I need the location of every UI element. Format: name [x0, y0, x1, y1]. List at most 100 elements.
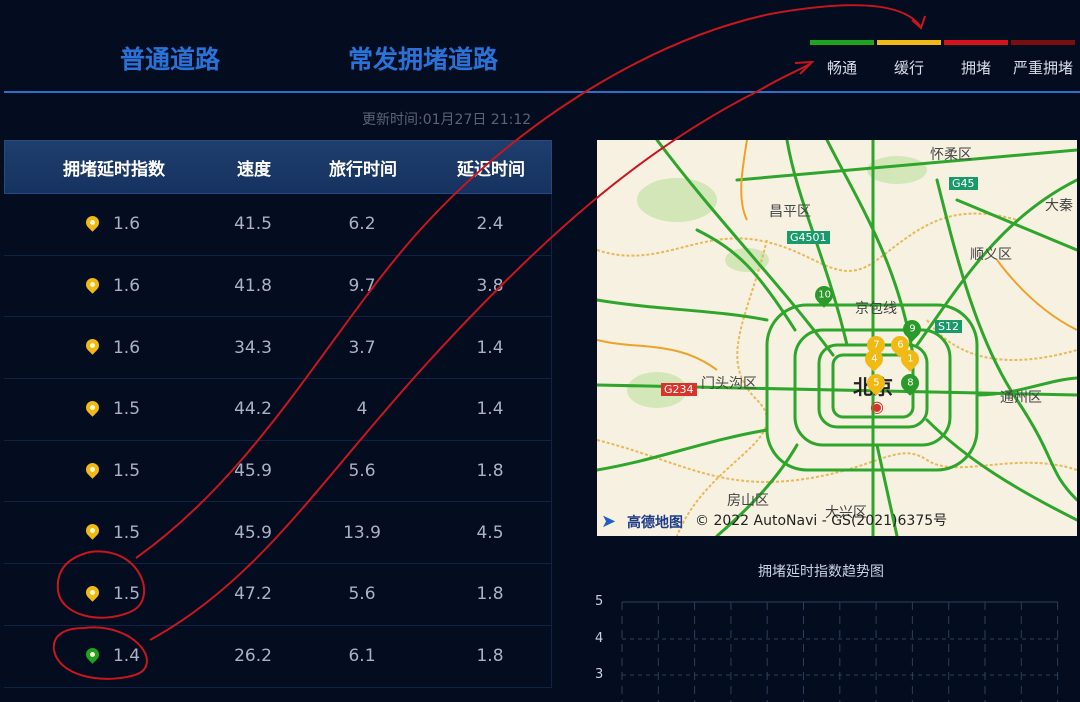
highway-badge-g4501: G4501: [787, 231, 830, 244]
trend-chart: 5 4 3: [586, 590, 1076, 702]
cell-travel-time: 4: [356, 399, 368, 420]
cell-speed: 45.9: [234, 522, 272, 543]
index-value: 1.5: [112, 522, 141, 543]
cell-speed: 34.3: [234, 337, 272, 358]
map-label-daqin: 大秦: [1045, 198, 1073, 214]
update-time: 更新时间:01月27日 21:12: [362, 112, 532, 128]
trend-chart-grid: [621, 601, 1059, 702]
location-pin-icon: [83, 336, 102, 355]
table-row[interactable]: 1.5 45.9 13.9 4.5: [4, 502, 552, 565]
table-row[interactable]: 1.5 45.9 5.6 1.8: [4, 440, 552, 503]
cell-index: 1.4: [4, 644, 222, 667]
legend-bar-smooth: [810, 40, 874, 45]
traffic-legend: 畅通 缓行 拥堵 严重拥堵: [810, 40, 1080, 85]
table-row[interactable]: 1.6 34.3 3.7 1.4: [4, 317, 552, 380]
location-pin-icon: [83, 521, 102, 540]
cell-speed: 47.2: [234, 584, 272, 605]
cell-index: 1.6: [4, 274, 222, 297]
index-value: 1.6: [112, 337, 141, 358]
marker-number: 6: [896, 339, 904, 351]
legend-bar-congested: [944, 40, 1008, 45]
header-delay-time[interactable]: 延迟时间: [441, 155, 541, 180]
legend-label: 缓行: [893, 59, 924, 77]
index-value: 1.4: [112, 646, 141, 667]
traffic-map[interactable]: 怀柔区 昌平区 顺义区 门头沟区 北京 通州区 房山区 大兴区 京包线 大秦 G…: [597, 140, 1077, 536]
table-header: 拥堵延时指数 速度 旅行时间 延迟时间: [4, 140, 552, 194]
map-roads: [597, 140, 1077, 536]
tab-frequent-congestion-roads[interactable]: 常发拥堵道路: [348, 40, 498, 76]
legend-bar-severe: [1011, 40, 1075, 45]
cell-index: 1.5: [4, 583, 222, 605]
city-center-icon: ◉: [870, 397, 884, 416]
cell-index: 1.5: [4, 521, 222, 543]
table-row[interactable]: 1.6 41.8 9.7 3.8: [4, 255, 552, 318]
index-value: 1.6: [112, 276, 141, 297]
table-body: 1.6 41.5 6.2 2.4 1.6 41.8 9.7 3.8 1.6 34.3 3.7 1.4 1…: [4, 194, 552, 688]
cell-speed: 45.9: [234, 461, 272, 482]
cell-index: 1.6: [4, 213, 222, 234]
table-row[interactable]: 1.5 44.2 4 1.4: [4, 379, 552, 441]
legend-label: 拥堵: [960, 59, 991, 77]
marker-number: 9: [908, 323, 916, 335]
cell-travel-time: 13.9: [343, 522, 381, 543]
marker-number: 5: [872, 377, 880, 389]
legend-label: 严重拥堵: [1012, 59, 1073, 77]
legend-item-severe: 严重拥堵: [1011, 40, 1075, 78]
marker-number: 1: [906, 353, 914, 365]
map-label-huairou: 怀柔区: [930, 147, 972, 163]
legend-bar-slow: [877, 40, 941, 45]
cell-delay-time: 1.8: [476, 461, 504, 482]
cell-delay-time: 2.4: [476, 214, 504, 235]
header-divider: [4, 91, 1080, 93]
cell-speed: 26.2: [234, 646, 272, 667]
marker-number: 4: [870, 353, 878, 365]
table-row[interactable]: 1.5 47.2 5.6 1.8: [4, 564, 552, 626]
cell-delay-time: 1.8: [476, 584, 504, 605]
marker-number: 10: [817, 289, 831, 301]
highway-badge-g234: G234: [661, 383, 697, 396]
header-congestion-index[interactable]: 拥堵延时指数: [5, 155, 223, 180]
location-pin-icon: [83, 398, 102, 417]
cell-delay-time: 1.4: [476, 337, 504, 358]
legend-item-smooth: 畅通: [810, 40, 874, 78]
cell-speed: 41.5: [234, 214, 272, 235]
table-row[interactable]: 1.4 26.2 6.1 1.8: [4, 625, 552, 688]
map-label-fangshan: 房山区: [727, 493, 769, 509]
marker-number: 8: [906, 377, 914, 389]
location-pin-icon: [83, 274, 102, 294]
location-pin-icon: [83, 583, 102, 602]
trend-chart-title: 拥堵延时指数趋势图: [758, 564, 884, 580]
map-label-tongzhou: 通州区: [1000, 390, 1042, 406]
congestion-table: 拥堵延时指数 速度 旅行时间 延迟时间 1.6 41.5 6.2 2.4 1.6 41.8…: [4, 140, 552, 688]
index-value: 1.5: [112, 584, 141, 605]
cell-index: 1.5: [4, 398, 222, 420]
cell-index: 1.6: [4, 336, 222, 358]
highway-badge-g45: G45: [949, 177, 978, 190]
cell-travel-time: 6.1: [348, 646, 376, 667]
location-pin-icon: [83, 213, 102, 232]
map-brand: 高德地图: [627, 515, 683, 531]
location-pin-icon: [83, 459, 102, 479]
header-speed[interactable]: 速度: [223, 155, 285, 180]
map-copyright: © 2022 AutoNavi - GS(2021)6375号: [695, 513, 948, 529]
header-travel-time[interactable]: 旅行时间: [285, 155, 441, 180]
cell-travel-time: 5.6: [348, 584, 376, 605]
table-row[interactable]: 1.6 41.5 6.2 2.4: [4, 194, 552, 256]
cell-delay-time: 1.4: [476, 399, 504, 420]
cell-delay-time: 3.8: [476, 276, 504, 297]
map-label-mentougou: 门头沟区: [701, 376, 757, 392]
cell-travel-time: 5.6: [348, 461, 376, 482]
tab-normal-roads[interactable]: 普通道路: [120, 40, 220, 76]
cell-speed: 41.8: [234, 276, 272, 297]
cell-index: 1.5: [4, 459, 222, 482]
legend-item-slow: 缓行: [877, 40, 941, 78]
legend-item-congested: 拥堵: [944, 40, 1008, 78]
map-label-changping: 昌平区: [769, 204, 811, 220]
amap-logo-icon: ➤: [601, 511, 617, 532]
index-value: 1.5: [112, 461, 141, 482]
map-label-jingbao: 京包线: [855, 301, 897, 317]
index-value: 1.5: [112, 399, 141, 420]
cell-travel-time: 9.7: [348, 276, 376, 297]
highway-badge-s12: S12: [935, 320, 962, 333]
cell-delay-time: 1.8: [476, 646, 504, 667]
